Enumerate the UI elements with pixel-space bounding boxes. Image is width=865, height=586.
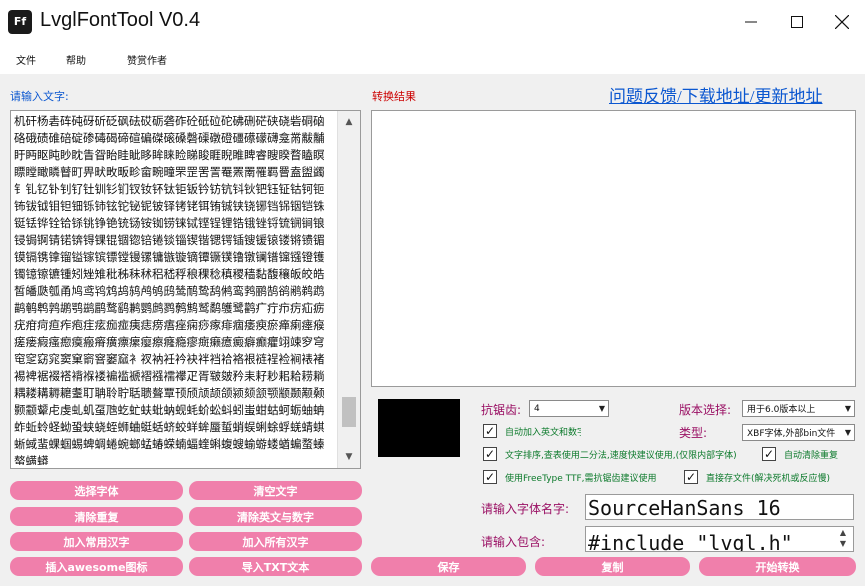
input-textarea[interactable]: 机矸杨砉砗砘砑斫砭砜砝砹砺砻砟砼砥砬砣砩硎硭硖硗砦硐硇硌硪碛碓碚碇碜碡碣碲碹碥磔… xyxy=(10,110,361,469)
menu-donate[interactable]: 赞赏作者 xyxy=(127,52,167,67)
feedback-link[interactable]: 问题反馈/下载地址/更新地址 xyxy=(609,82,822,107)
input-label: 请输入文字: xyxy=(10,90,69,103)
checkbox-label: 自动清除重复 xyxy=(784,450,839,461)
vertical-scrollbar[interactable]: ▲ ▼ xyxy=(337,111,360,468)
include-label: 请输入包含: xyxy=(481,535,546,549)
checkbox-auto-add-english[interactable]: ✓ 自动加入英文和数字 xyxy=(483,424,581,438)
save-button[interactable]: 保存 xyxy=(371,557,526,576)
chevron-down-icon: ▼ xyxy=(844,428,851,437)
antialias-label: 抗锯齿: xyxy=(481,403,522,417)
checkbox-freetype[interactable]: ✓ 使用FreeType TTF,需抗锯齿建议使用 xyxy=(483,470,657,484)
checkmark-icon: ✓ xyxy=(762,447,776,461)
include-input[interactable]: #include "lvgl.h" xyxy=(585,526,854,552)
import-txt-button[interactable]: 导入TXT文本 xyxy=(189,557,362,576)
input-text: 机矸杨砉砗砘砑斫砭砜砝砹砺砻砟砼砥砬砣砩硎硭硖硗砦硐硇硌硪碛碓碚碇碜碡碣碲碹碥磔… xyxy=(14,114,325,465)
close-button[interactable] xyxy=(819,0,865,44)
checkbox-label: 使用FreeType TTF,需抗锯齿建议使用 xyxy=(505,473,657,484)
minimize-icon xyxy=(745,21,757,23)
checkmark-icon: ✓ xyxy=(483,470,497,484)
checkbox-sort-binary-search[interactable]: ✓ 文字排序,查表使用二分法,速度快建议使用,(仅限内部字体) xyxy=(483,447,737,461)
app-logo-icon: Ff xyxy=(8,10,32,34)
minimize-button[interactable] xyxy=(728,0,774,44)
scroll-down-icon[interactable]: ▼ xyxy=(338,448,360,466)
antialias-select[interactable]: 4 ▼ xyxy=(529,400,609,417)
maximize-button[interactable] xyxy=(774,0,820,44)
font-name-input[interactable]: SourceHanSans_16 xyxy=(585,494,854,520)
window-title: LvglFontTool V0.4 xyxy=(40,9,201,31)
type-label: 类型: xyxy=(679,426,708,440)
chevron-down-icon[interactable]: ▼ xyxy=(834,538,852,549)
maximize-icon xyxy=(791,16,803,28)
checkbox-label: 自动加入英文和数字 xyxy=(505,427,581,438)
copy-button[interactable]: 复制 xyxy=(535,557,690,576)
result-textarea[interactable] xyxy=(371,110,856,387)
chevron-down-icon: ▼ xyxy=(844,404,851,413)
remove-english-numbers-button[interactable]: 清除英文与数字 xyxy=(189,507,362,526)
checkbox-save-direct[interactable]: ✓ 直接存文件(解决死机或反应慢) xyxy=(684,470,830,484)
checkbox-auto-remove-duplicates[interactable]: ✓ 自动清除重复 xyxy=(762,447,838,461)
antialias-value: 4 xyxy=(534,403,540,414)
checkmark-icon: ✓ xyxy=(483,447,497,461)
chevron-up-icon[interactable]: ▲ xyxy=(834,527,852,538)
scroll-up-icon[interactable]: ▲ xyxy=(338,113,360,131)
checkbox-label: 直接存文件(解决死机或反应慢) xyxy=(706,473,831,484)
include-spinner[interactable]: ▲ ▼ xyxy=(834,527,852,551)
menu-help[interactable]: 帮助 xyxy=(66,52,86,67)
chevron-down-icon: ▼ xyxy=(598,404,605,413)
version-value: 用于6.0版本以上 xyxy=(747,405,816,415)
checkbox-label: 文字排序,查表使用二分法,速度快建议使用,(仅限内部字体) xyxy=(505,450,737,461)
insert-awesome-icon-button[interactable]: 插入awesome图标 xyxy=(10,557,183,576)
select-font-button[interactable]: 选择字体 xyxy=(10,481,183,500)
add-common-chinese-button[interactable]: 加入常用汉字 xyxy=(10,532,183,551)
checkmark-icon: ✓ xyxy=(684,470,698,484)
close-icon xyxy=(835,15,849,29)
version-label: 版本选择: xyxy=(679,403,732,417)
font-preview xyxy=(378,399,460,457)
type-value: XBF字体,外部bin文件 xyxy=(747,429,836,439)
result-label: 转换结果 xyxy=(372,90,416,103)
menu-file[interactable]: 文件 xyxy=(16,52,36,67)
remove-duplicates-button[interactable]: 清除重复 xyxy=(10,507,183,526)
font-name-label: 请输入字体名字: xyxy=(481,502,570,516)
start-convert-button[interactable]: 开始转换 xyxy=(699,557,856,576)
add-all-chinese-button[interactable]: 加入所有汉字 xyxy=(189,532,362,551)
scroll-thumb[interactable] xyxy=(342,397,356,427)
checkmark-icon: ✓ xyxy=(483,424,497,438)
include-value: #include "lvgl.h" xyxy=(588,531,793,552)
clear-text-button[interactable]: 清空文字 xyxy=(189,481,362,500)
type-select[interactable]: XBF字体,外部bin文件 ▼ xyxy=(742,424,855,441)
version-select[interactable]: 用于6.0版本以上 ▼ xyxy=(742,400,855,417)
